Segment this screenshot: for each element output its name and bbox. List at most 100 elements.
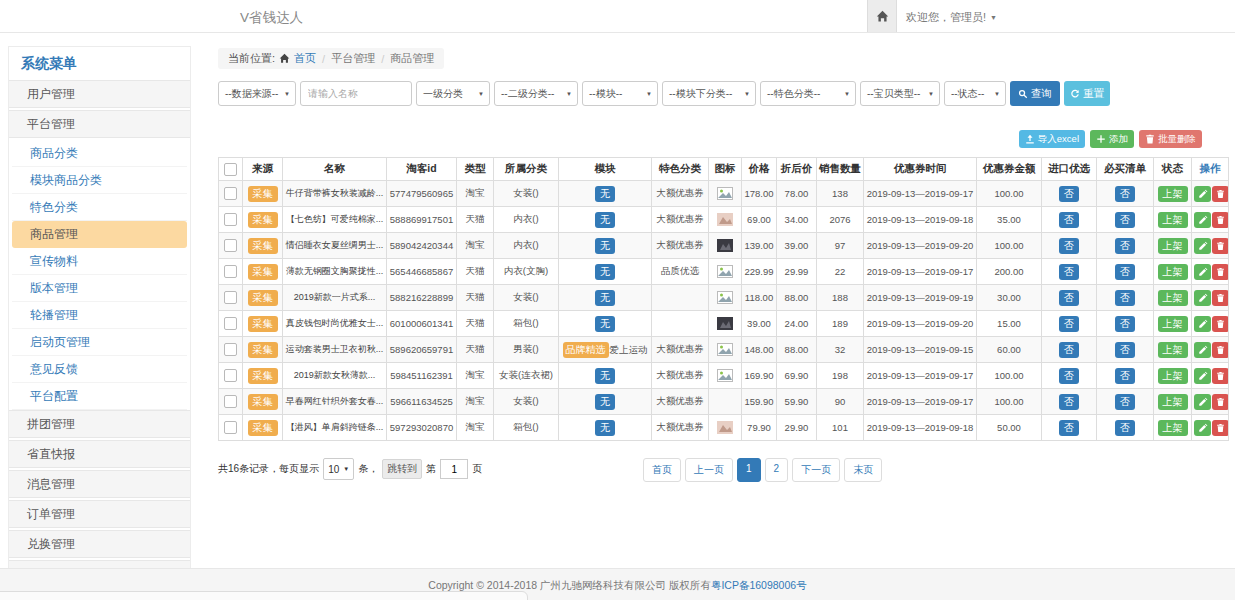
user-menu[interactable]: 欢迎您，管理员!▼	[906, 10, 997, 25]
status-badge[interactable]: 上架	[1158, 368, 1188, 384]
sidebar-item-0[interactable]: 商品分类	[12, 140, 187, 167]
delete-button[interactable]	[1212, 420, 1229, 436]
sidebar-group-0[interactable]: 用户管理	[9, 80, 190, 108]
item-type-select[interactable]: --宝贝类型--▼	[860, 81, 940, 106]
page-button-下一页[interactable]: 下一页	[792, 458, 840, 482]
row-checkbox[interactable]	[224, 213, 237, 226]
sidebar-group-2[interactable]: 拼团管理	[9, 410, 190, 438]
name-input[interactable]	[300, 81, 412, 106]
status-badge[interactable]: 上架	[1158, 420, 1188, 436]
mustbuy-badge[interactable]: 否	[1115, 290, 1135, 306]
data-source-select[interactable]: --数据来源--▼	[218, 81, 296, 106]
import-badge[interactable]: 否	[1059, 238, 1079, 254]
delete-button[interactable]	[1212, 264, 1229, 280]
status-badge[interactable]: 上架	[1158, 290, 1188, 306]
page-number-input[interactable]	[440, 459, 468, 479]
import-badge[interactable]: 否	[1059, 264, 1079, 280]
delete-button[interactable]	[1212, 186, 1229, 202]
home-button[interactable]	[867, 0, 897, 32]
row-checkbox[interactable]	[224, 265, 237, 278]
import-badge[interactable]: 否	[1059, 212, 1079, 228]
edit-button[interactable]	[1194, 212, 1211, 228]
query-button[interactable]: 查询	[1010, 81, 1060, 106]
import-badge[interactable]: 否	[1059, 368, 1079, 384]
edit-button[interactable]	[1194, 420, 1211, 436]
edit-button[interactable]	[1194, 290, 1211, 306]
edit-button[interactable]	[1194, 394, 1211, 410]
select-all-checkbox[interactable]	[224, 163, 237, 176]
row-checkbox[interactable]	[224, 395, 237, 408]
row-checkbox[interactable]	[224, 239, 237, 252]
row-checkbox[interactable]	[224, 291, 237, 304]
page-button-1[interactable]: 1	[737, 458, 761, 482]
sidebar-group-3[interactable]: 省直快报	[9, 440, 190, 468]
edit-button[interactable]	[1194, 368, 1211, 384]
import-badge[interactable]: 否	[1059, 342, 1079, 358]
sidebar-item-3[interactable]: 商品管理	[12, 221, 187, 248]
page-button-2[interactable]: 2	[765, 458, 789, 482]
sidebar-item-2[interactable]: 特色分类	[12, 194, 187, 221]
level2-category-select[interactable]: --二级分类--▼	[494, 81, 578, 106]
icp-link[interactable]: 粤ICP备16098006号	[711, 579, 807, 591]
mustbuy-badge[interactable]: 否	[1115, 264, 1135, 280]
delete-button[interactable]	[1212, 342, 1229, 358]
add-button[interactable]: 添加	[1090, 130, 1134, 148]
row-checkbox[interactable]	[224, 317, 237, 330]
mustbuy-badge[interactable]: 否	[1115, 368, 1135, 384]
sidebar-group-5[interactable]: 订单管理	[9, 500, 190, 528]
mustbuy-badge[interactable]: 否	[1115, 186, 1135, 202]
delete-button[interactable]	[1212, 368, 1229, 384]
status-badge[interactable]: 上架	[1158, 342, 1188, 358]
delete-button[interactable]	[1212, 212, 1229, 228]
status-badge[interactable]: 上架	[1158, 186, 1188, 202]
level1-category-select[interactable]: 一级分类▼	[416, 81, 490, 106]
mustbuy-badge[interactable]: 否	[1115, 212, 1135, 228]
delete-button[interactable]	[1212, 290, 1229, 306]
row-checkbox[interactable]	[224, 343, 237, 356]
status-badge[interactable]: 上架	[1158, 238, 1188, 254]
page-button-末页[interactable]: 末页	[844, 458, 882, 482]
import-badge[interactable]: 否	[1059, 290, 1079, 306]
import-badge[interactable]: 否	[1059, 316, 1079, 332]
sidebar-item-5[interactable]: 版本管理	[12, 275, 187, 302]
delete-button[interactable]	[1212, 238, 1229, 254]
edit-button[interactable]	[1194, 238, 1211, 254]
breadcrumb-platform[interactable]: 平台管理	[331, 51, 375, 66]
delete-button[interactable]	[1212, 394, 1229, 410]
module-sub-select[interactable]: --模块下分类--▼	[662, 81, 756, 106]
status-badge[interactable]: 上架	[1158, 316, 1188, 332]
sidebar-group-1[interactable]: 平台管理	[9, 110, 190, 138]
mustbuy-badge[interactable]: 否	[1115, 238, 1135, 254]
import-badge[interactable]: 否	[1059, 420, 1079, 436]
edit-button[interactable]	[1194, 186, 1211, 202]
status-badge[interactable]: 上架	[1158, 212, 1188, 228]
sidebar-item-4[interactable]: 宣传物料	[12, 248, 187, 275]
sidebar-group-4[interactable]: 消息管理	[9, 470, 190, 498]
edit-button[interactable]	[1194, 342, 1211, 358]
edit-button[interactable]	[1194, 316, 1211, 332]
import-badge[interactable]: 否	[1059, 186, 1079, 202]
import-excel-button[interactable]: 导入excel	[1019, 130, 1085, 148]
reset-button[interactable]: 重置	[1064, 81, 1110, 106]
row-checkbox[interactable]	[224, 369, 237, 382]
status-select[interactable]: --状态--▼	[944, 81, 1006, 106]
feature-category-select[interactable]: --特色分类--▼	[760, 81, 856, 106]
row-checkbox[interactable]	[224, 421, 237, 434]
sidebar-item-6[interactable]: 轮播管理	[12, 302, 187, 329]
edit-button[interactable]	[1194, 264, 1211, 280]
status-badge[interactable]: 上架	[1158, 394, 1188, 410]
sidebar-item-9[interactable]: 平台配置	[12, 383, 187, 410]
sidebar-item-8[interactable]: 意见反馈	[12, 356, 187, 383]
page-button-上一页[interactable]: 上一页	[685, 458, 733, 482]
mustbuy-badge[interactable]: 否	[1115, 394, 1135, 410]
mustbuy-badge[interactable]: 否	[1115, 420, 1135, 436]
jump-button[interactable]: 跳转到	[382, 459, 422, 479]
row-checkbox[interactable]	[224, 187, 237, 200]
module-select[interactable]: --模块--▼	[582, 81, 658, 106]
per-page-select[interactable]: 10▼	[323, 458, 354, 480]
delete-button[interactable]	[1212, 316, 1229, 332]
sidebar-group-6[interactable]: 兑换管理	[9, 530, 190, 558]
sidebar-item-7[interactable]: 启动页管理	[12, 329, 187, 356]
breadcrumb-goods[interactable]: 商品管理	[390, 51, 434, 66]
status-badge[interactable]: 上架	[1158, 264, 1188, 280]
